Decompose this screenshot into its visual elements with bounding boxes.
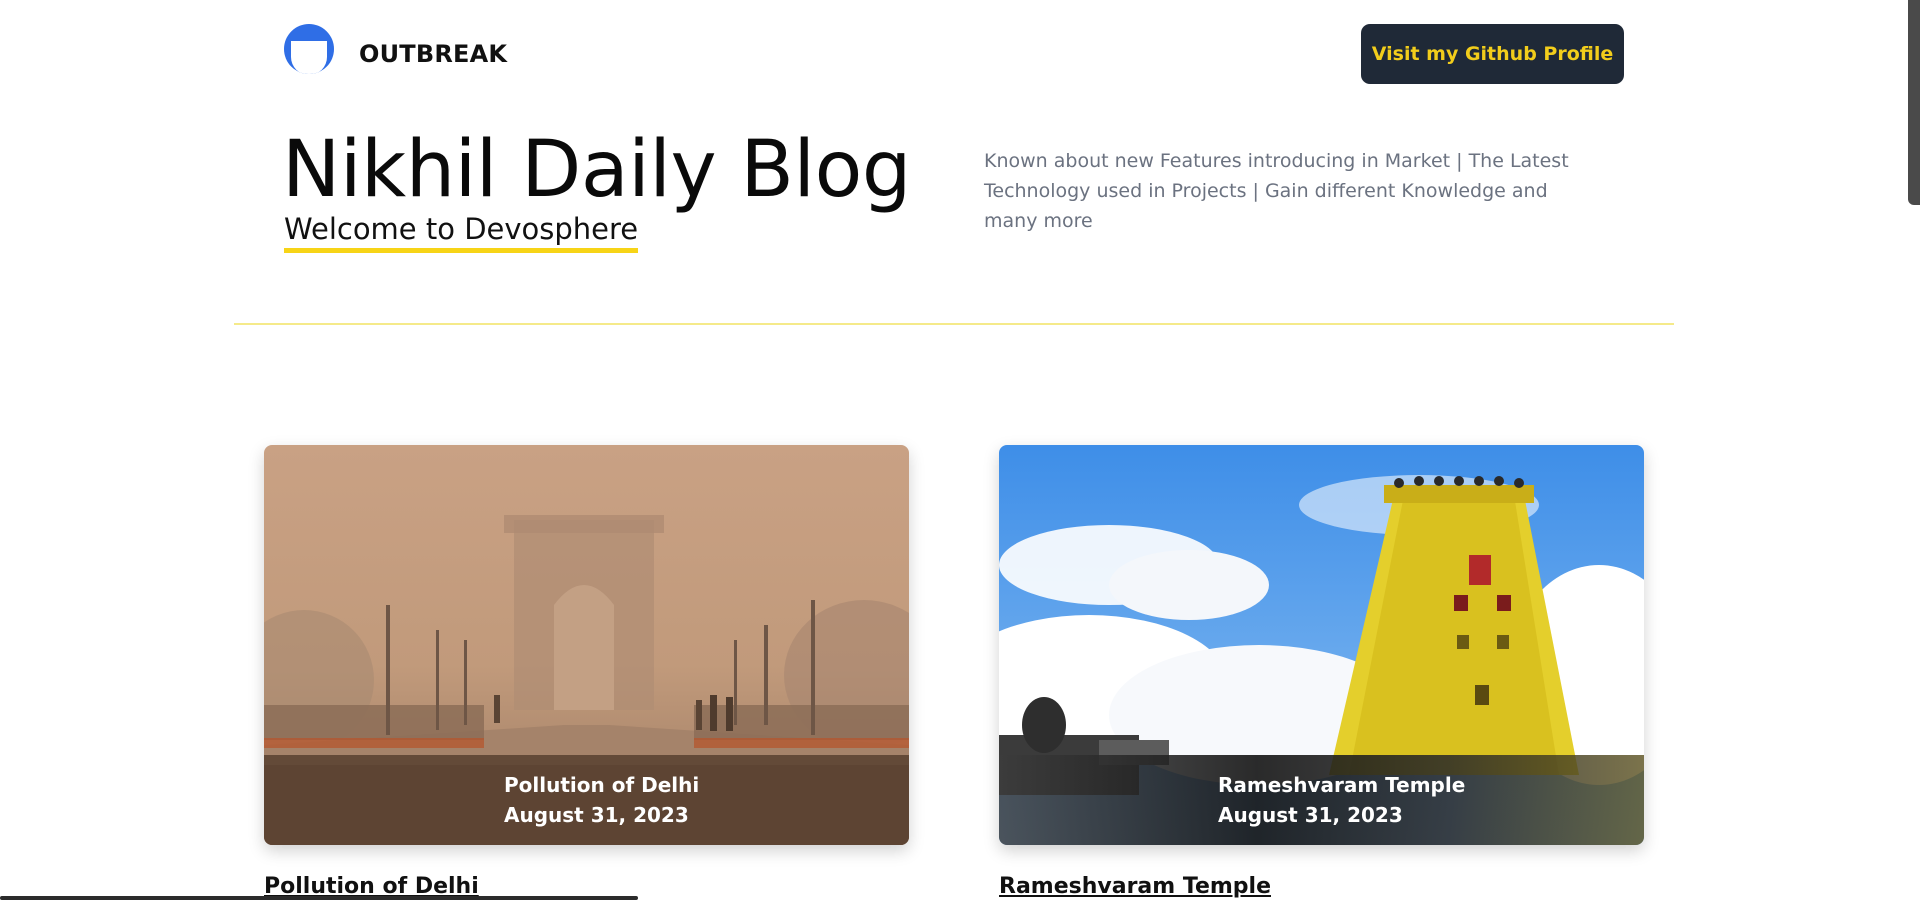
post-date: August 31, 2023 <box>1218 803 1403 827</box>
post-card-pollution[interactable]: Pollution of Delhi August 31, 2023 <box>264 445 909 845</box>
post-card-rameshvaram[interactable]: Rameshvaram Temple August 31, 2023 <box>999 445 1644 845</box>
hero-description: Known about new Features introducing in … <box>984 150 1569 232</box>
page: OUTBREAK Visit my Github Profile Nikhil … <box>0 0 1920 900</box>
page-title: Nikhil Daily Blog <box>282 125 911 215</box>
vertical-scrollbar[interactable] <box>1908 0 1920 205</box>
post-date: August 31, 2023 <box>504 803 689 827</box>
post-title: Pollution of Delhi <box>504 773 700 797</box>
subtitle-wrap: Welcome to Devosphere <box>284 212 639 253</box>
post-link-rameshvaram[interactable]: Rameshvaram Temple <box>999 874 1271 899</box>
post-overlay: Rameshvaram Temple August 31, 2023 <box>999 755 1644 845</box>
github-profile-button[interactable]: Visit my Github Profile <box>1361 24 1624 84</box>
logo-icon[interactable] <box>284 24 334 74</box>
page-subtitle: Welcome to Devosphere <box>284 212 639 253</box>
horizontal-scrollbar[interactable] <box>0 896 638 900</box>
brand-name[interactable]: OUTBREAK <box>359 40 507 68</box>
post-title: Rameshvaram Temple <box>1218 773 1466 797</box>
post-overlay: Pollution of Delhi August 31, 2023 <box>264 755 909 845</box>
header-divider <box>234 323 1674 325</box>
